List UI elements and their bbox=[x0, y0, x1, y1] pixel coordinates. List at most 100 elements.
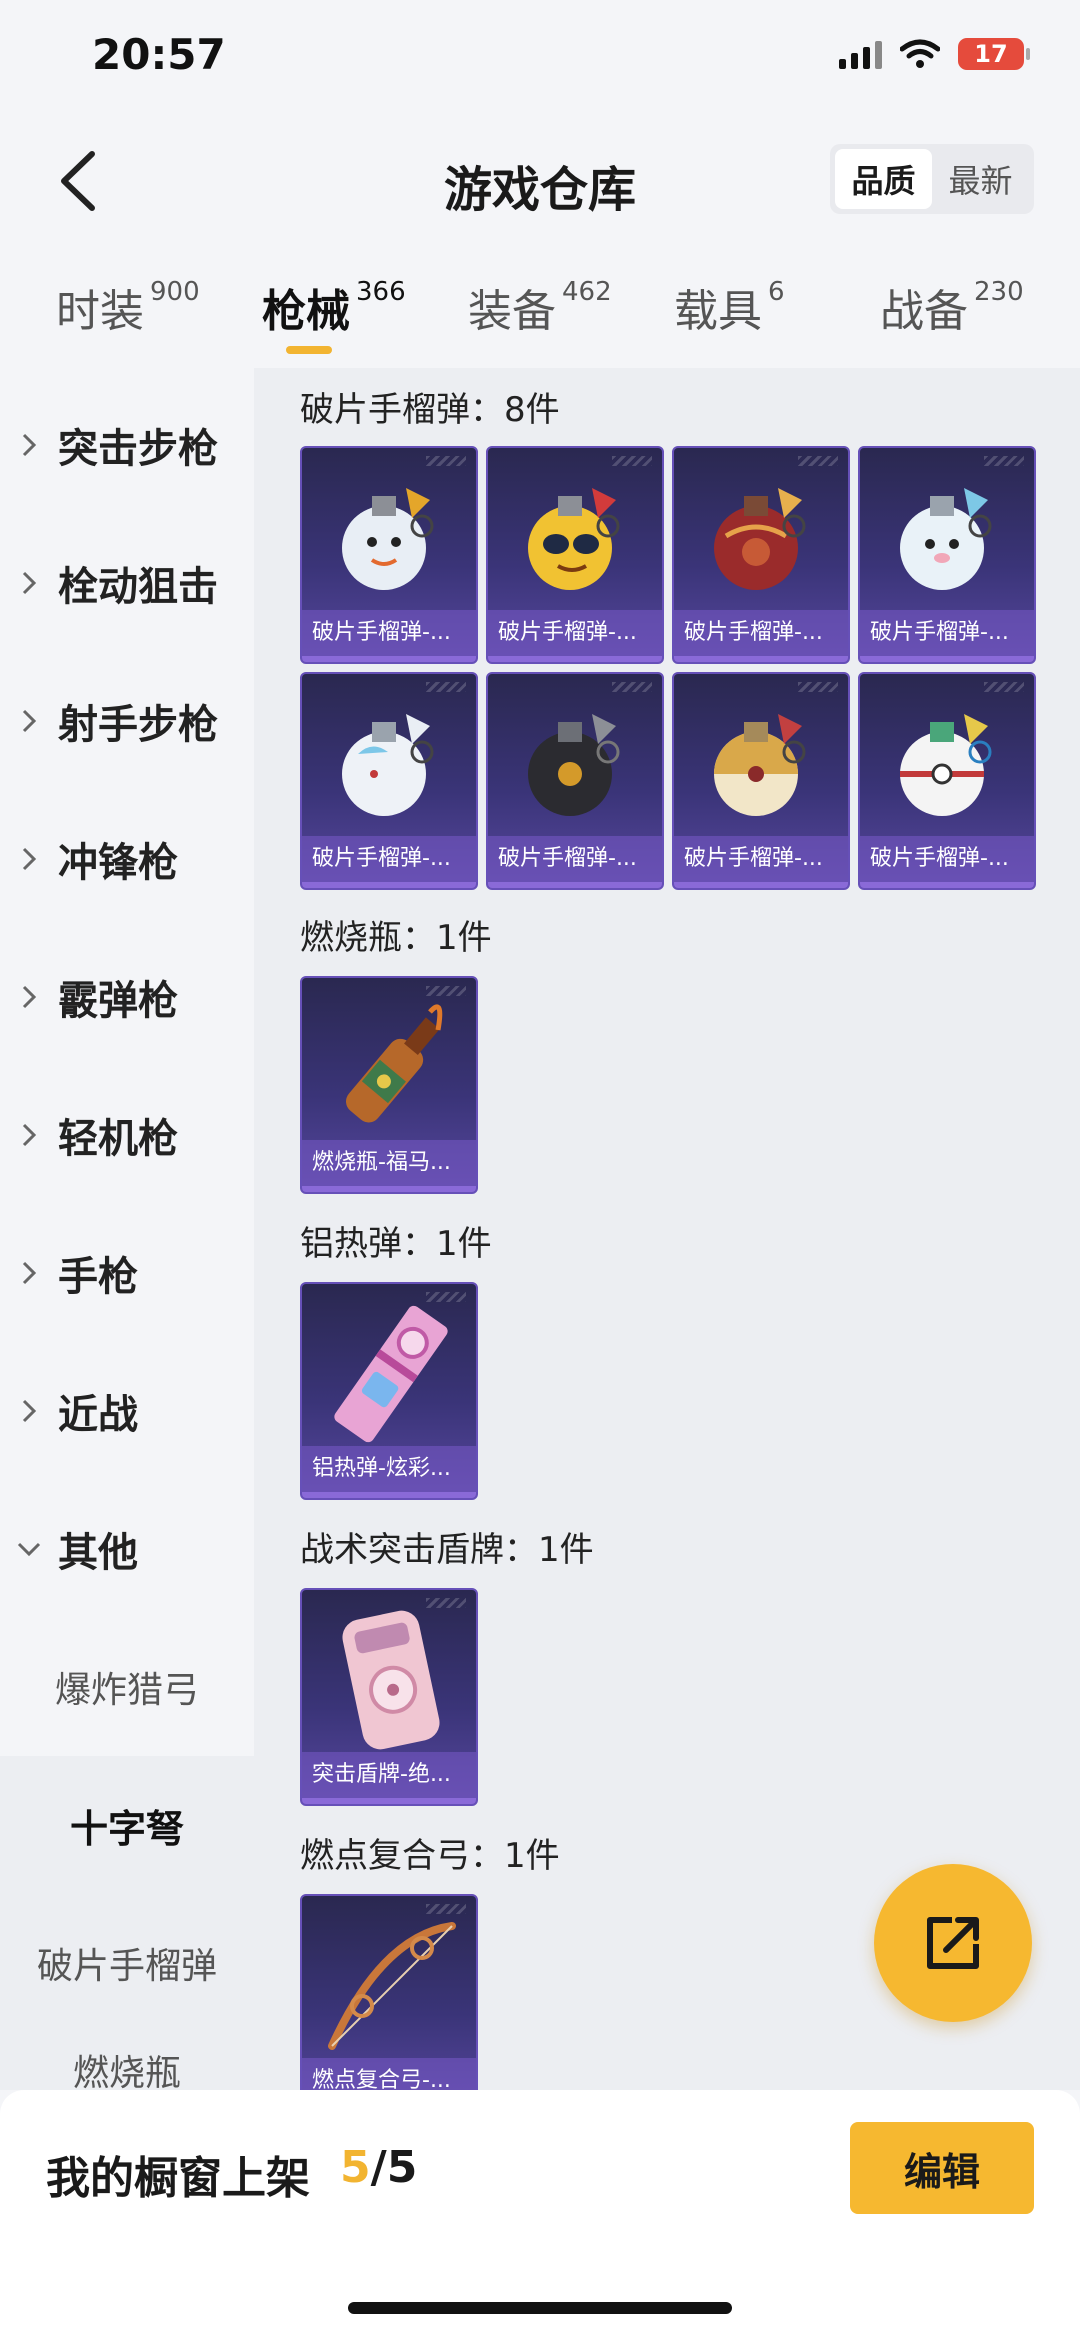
status-bar: 20:57 17 bbox=[0, 0, 1080, 120]
bottom-bar: 我的橱窗上架 5/5 编辑 bbox=[0, 2090, 1080, 2339]
tab-count: 6 bbox=[768, 277, 785, 307]
item-card[interactable]: 破片手榴弹-... bbox=[486, 672, 664, 890]
grenade-icon bbox=[714, 714, 806, 816]
section-title-thermite: 铝热弹：1件 bbox=[300, 1224, 492, 1264]
section-title-compound-bow: 燃点复合弓：1件 bbox=[300, 1836, 560, 1876]
sort-newest-option[interactable]: 最新 bbox=[932, 149, 1029, 209]
tab-fashion[interactable]: 时装 900 bbox=[56, 275, 200, 339]
chevron-right-icon bbox=[0, 708, 58, 734]
item-card[interactable]: 燃烧瓶-福马... bbox=[300, 976, 478, 1194]
item-grid-area: 破片手榴弹：8件 破片手榴弹-... 破片手榴弹-... 破片手榴弹-... 破… bbox=[254, 368, 1080, 2090]
home-indicator bbox=[348, 2302, 732, 2314]
sidebar-sub-frag-grenade[interactable]: 破片手榴弹 bbox=[0, 1894, 254, 2032]
grenade-icon bbox=[528, 714, 620, 816]
item-name: 铝热弹-炫彩... bbox=[302, 1446, 476, 1492]
showcase-count: 5/5 bbox=[340, 2142, 417, 2193]
section-title-molotov: 燃烧瓶：1件 bbox=[300, 918, 492, 958]
chevron-right-icon bbox=[0, 570, 58, 596]
sidebar-item-label: 射手步枪 bbox=[58, 702, 218, 748]
item-name: 燃烧瓶-福马... bbox=[302, 1140, 476, 1186]
sort-toggle: 品质 最新 bbox=[830, 144, 1034, 214]
sidebar-item-assault-rifle[interactable]: 突击步枪 bbox=[0, 376, 254, 514]
item-name: 破片手榴弹-... bbox=[860, 610, 1034, 656]
sidebar-item-label: 栓动狙击 bbox=[58, 564, 218, 610]
tab-count: 462 bbox=[562, 277, 612, 307]
tab-count: 230 bbox=[974, 277, 1024, 307]
grenade-icon bbox=[900, 488, 992, 590]
sort-quality-option[interactable]: 品质 bbox=[835, 149, 932, 209]
sidebar-item-marksman-rifle[interactable]: 射手步枪 bbox=[0, 652, 254, 790]
sidebar-sub-molotov[interactable]: 燃烧瓶 bbox=[0, 2032, 254, 2090]
item-card[interactable]: 突击盾牌-绝... bbox=[300, 1588, 478, 1806]
grenade-icon bbox=[714, 488, 806, 590]
sidebar-item-label: 突击步枪 bbox=[58, 426, 218, 472]
status-time: 20:57 bbox=[92, 30, 226, 79]
edit-button[interactable]: 编辑 bbox=[850, 2122, 1034, 2214]
sidebar-item-label: 轻机枪 bbox=[58, 1116, 178, 1162]
thermite-icon bbox=[334, 1305, 448, 1443]
sidebar-item-shotgun[interactable]: 霰弹枪 bbox=[0, 928, 254, 1066]
section-title-tactical-shield: 战术突击盾牌：1件 bbox=[300, 1530, 594, 1570]
sidebar-item-label: 其他 bbox=[58, 1530, 138, 1576]
tab-label: 战备 bbox=[880, 286, 968, 337]
chevron-right-icon bbox=[0, 432, 58, 458]
grenade-icon bbox=[342, 488, 434, 590]
header: 游戏仓库 品质 最新 bbox=[0, 120, 1080, 240]
item-card[interactable]: 破片手榴弹-... bbox=[858, 672, 1036, 890]
sidebar-item-melee[interactable]: 近战 bbox=[0, 1342, 254, 1480]
wifi-icon bbox=[900, 39, 940, 68]
chevron-down-icon bbox=[0, 1541, 58, 1557]
item-card[interactable]: 破片手榴弹-... bbox=[300, 672, 478, 890]
status-icons: 17 bbox=[839, 38, 1030, 70]
sidebar-sub-crossbow[interactable]: 十字弩 bbox=[0, 1756, 254, 1894]
tab-equipment[interactable]: 装备 462 bbox=[468, 275, 612, 339]
showcase-label: 我的橱窗上架 bbox=[46, 2153, 310, 2204]
showcase-total: /5 bbox=[370, 2142, 418, 2193]
sidebar-item-pistol[interactable]: 手枪 bbox=[0, 1204, 254, 1342]
item-name: 破片手榴弹-... bbox=[674, 836, 848, 882]
sidebar-item-other[interactable]: 其他 bbox=[0, 1480, 254, 1618]
item-card[interactable]: 破片手榴弹-... bbox=[858, 446, 1036, 664]
bow-icon bbox=[328, 1922, 456, 2050]
grenade-icon bbox=[528, 488, 620, 590]
chevron-right-icon bbox=[0, 1260, 58, 1286]
share-button[interactable] bbox=[874, 1864, 1032, 2022]
sidebar-sub-explosive-bow[interactable]: 爆炸猎弓 bbox=[0, 1618, 254, 1756]
sidebar-item-smg[interactable]: 冲锋枪 bbox=[0, 790, 254, 928]
chevron-right-icon bbox=[0, 846, 58, 872]
molotov-icon bbox=[345, 1004, 443, 1123]
item-name: 破片手榴弹-... bbox=[674, 610, 848, 656]
chevron-right-icon bbox=[0, 1398, 58, 1424]
item-card[interactable]: 破片手榴弹-... bbox=[486, 446, 664, 664]
item-name: 破片手榴弹-... bbox=[302, 610, 476, 656]
tab-vehicles[interactable]: 载具 6 bbox=[674, 275, 785, 339]
item-card[interactable]: 破片手榴弹-... bbox=[300, 446, 478, 664]
chevron-right-icon bbox=[0, 984, 58, 1010]
chevron-right-icon bbox=[0, 1122, 58, 1148]
item-name: 突击盾牌-绝... bbox=[302, 1752, 476, 1798]
item-card[interactable]: 破片手榴弹-... bbox=[672, 446, 850, 664]
cellular-signal-icon bbox=[839, 39, 882, 69]
item-card[interactable]: 破片手榴弹-... bbox=[672, 672, 850, 890]
tab-label: 枪械 bbox=[262, 286, 350, 337]
item-name: 破片手榴弹-... bbox=[302, 836, 476, 882]
share-icon bbox=[927, 1917, 979, 1969]
item-name: 破片手榴弹-... bbox=[860, 836, 1034, 882]
tab-label: 时装 bbox=[56, 286, 144, 337]
item-card[interactable]: 铝热弹-炫彩... bbox=[300, 1282, 478, 1500]
item-name: 燃点复合弓-... bbox=[302, 2058, 476, 2090]
sidebar-item-lmg[interactable]: 轻机枪 bbox=[0, 1066, 254, 1204]
tab-label: 装备 bbox=[468, 286, 556, 337]
tab-count: 900 bbox=[150, 277, 200, 307]
tab-battle-prep[interactable]: 战备 230 bbox=[880, 275, 1024, 339]
active-tab-indicator bbox=[286, 346, 332, 354]
tab-firearms[interactable]: 枪械 366 bbox=[262, 275, 406, 339]
item-card[interactable]: 燃点复合弓-... bbox=[300, 1894, 478, 2090]
sidebar-item-bolt-sniper[interactable]: 栓动狙击 bbox=[0, 514, 254, 652]
showcase-current: 5 bbox=[340, 2142, 371, 2193]
item-name: 破片手榴弹-... bbox=[488, 836, 662, 882]
section-title-frag-grenade: 破片手榴弹：8件 bbox=[300, 390, 560, 430]
grenade-icon bbox=[900, 714, 992, 816]
sidebar-item-label: 手枪 bbox=[58, 1254, 138, 1300]
sidebar-item-label: 霰弹枪 bbox=[58, 978, 178, 1024]
